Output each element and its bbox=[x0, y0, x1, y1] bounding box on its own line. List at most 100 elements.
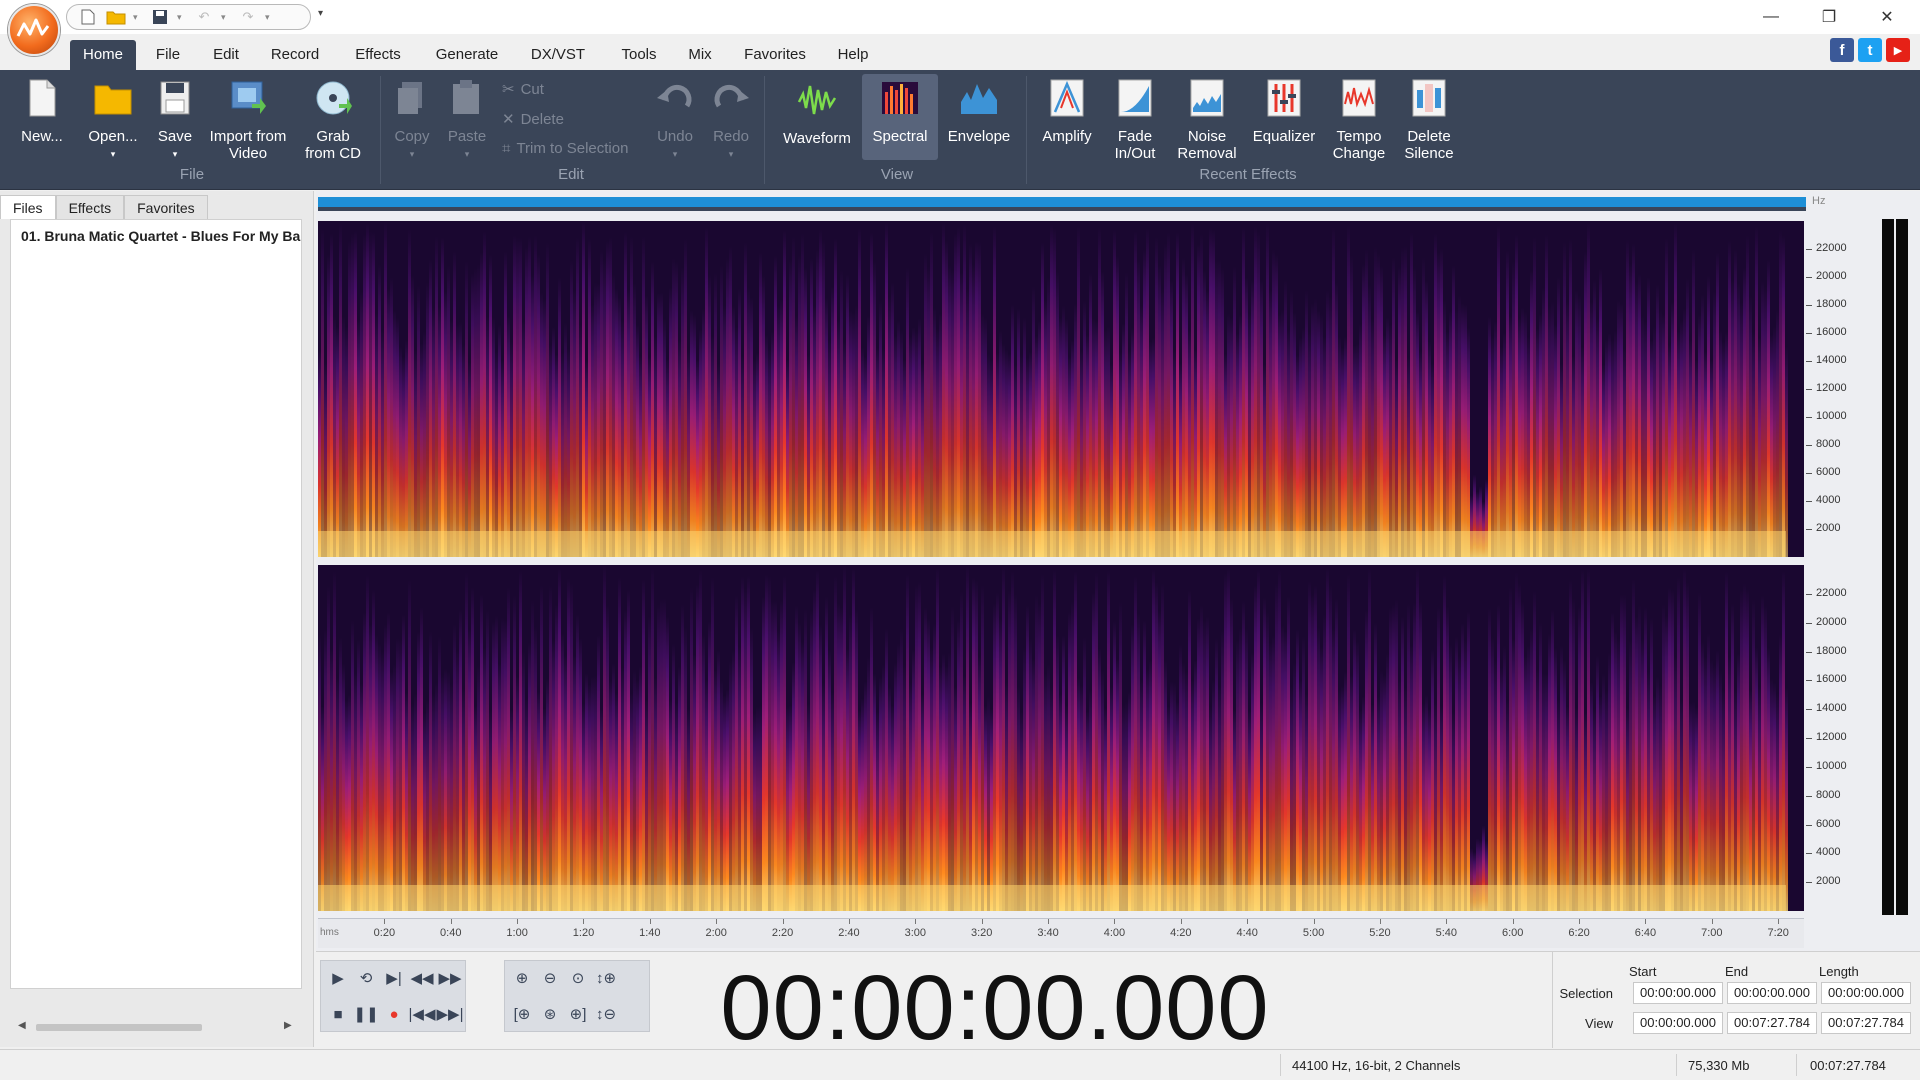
time-tick-mark bbox=[583, 919, 585, 924]
fade-in-out-button[interactable]: Fade In/Out bbox=[1104, 78, 1166, 162]
open-button[interactable]: Open... ▾ bbox=[82, 78, 144, 163]
hz-tick-mark bbox=[1806, 305, 1812, 306]
delete-button[interactable]: ✕ Delete bbox=[502, 110, 564, 129]
zoom-vertical-in-icon[interactable]: ↕⊕ bbox=[591, 963, 621, 993]
stop-button[interactable]: ■ bbox=[323, 999, 353, 1029]
new-button[interactable]: New... bbox=[14, 78, 70, 145]
loop-play-button[interactable]: ⟲ bbox=[351, 963, 381, 993]
youtube-icon[interactable]: ▶ bbox=[1886, 38, 1910, 62]
record-button[interactable]: ● bbox=[379, 999, 409, 1029]
app-menu-orb[interactable] bbox=[8, 4, 60, 56]
waveform-label: Waveform bbox=[783, 130, 851, 147]
rewind-button[interactable]: ◀◀ bbox=[407, 963, 437, 993]
facebook-icon[interactable]: f bbox=[1830, 38, 1854, 62]
equalizer-button[interactable]: Equalizer bbox=[1250, 78, 1318, 145]
redo-button[interactable]: Redo ▾ bbox=[708, 78, 754, 163]
view-length-field[interactable]: 00:07:27.784 bbox=[1821, 1012, 1911, 1034]
zoom-to-selection-icon[interactable]: [⊕ bbox=[507, 999, 537, 1029]
tempo-change-button[interactable]: Tempo Change bbox=[1326, 78, 1392, 162]
envelope-view-button[interactable]: Envelope bbox=[942, 78, 1016, 145]
spectrogram-channel-1[interactable] bbox=[318, 221, 1804, 557]
tab-dxvst[interactable]: DX/VST bbox=[522, 40, 594, 70]
scrollbar-thumb[interactable] bbox=[36, 1024, 202, 1031]
spectral-view-button[interactable]: Spectral bbox=[862, 74, 938, 160]
tab-files[interactable]: Files bbox=[0, 195, 56, 219]
restore-button[interactable]: ❐ bbox=[1806, 2, 1852, 32]
horizontal-scrollbar[interactable]: ◀ ▶ bbox=[18, 1020, 296, 1034]
redo-small-icon[interactable]: ↷ bbox=[237, 7, 259, 27]
selection-end-field[interactable]: 00:00:00.000 bbox=[1727, 982, 1817, 1004]
play-button[interactable]: ▶ bbox=[323, 963, 353, 993]
tab-panel-favorites[interactable]: Favorites bbox=[124, 195, 208, 219]
waveform-view-button[interactable]: Waveform bbox=[778, 78, 856, 162]
copy-button[interactable]: Copy ▾ bbox=[388, 78, 436, 163]
overview-bar[interactable] bbox=[318, 197, 1806, 207]
chevron-down-icon[interactable]: ▾ bbox=[133, 12, 143, 23]
zoom-selection-icon[interactable]: ⊛ bbox=[535, 999, 565, 1029]
view-end-field[interactable]: 00:07:27.784 bbox=[1727, 1012, 1817, 1034]
zoom-selection-end-icon[interactable]: ⊕] bbox=[563, 999, 593, 1029]
twitter-icon[interactable]: t bbox=[1858, 38, 1882, 62]
pause-button[interactable]: ❚❚ bbox=[351, 999, 381, 1029]
time-tick-mark bbox=[450, 919, 452, 924]
group-divider bbox=[380, 76, 381, 184]
scroll-left-icon[interactable]: ◀ bbox=[18, 1020, 26, 1031]
tab-generate[interactable]: Generate bbox=[426, 40, 508, 70]
selection-length-field[interactable]: 00:00:00.000 bbox=[1821, 982, 1911, 1004]
delete-silence-button[interactable]: Delete Silence bbox=[1398, 78, 1460, 162]
undo-small-icon[interactable]: ↶ bbox=[193, 7, 215, 27]
tab-home[interactable]: Home bbox=[70, 40, 136, 70]
noise-removal-icon bbox=[1190, 79, 1224, 117]
list-item[interactable]: 01. Bruna Matic Quartet - Blues For My B… bbox=[11, 220, 301, 252]
amplify-button[interactable]: Amplify bbox=[1036, 78, 1098, 145]
close-button[interactable]: ✕ bbox=[1864, 2, 1910, 32]
trim-to-selection-button[interactable]: ⌗ Trim to Selection bbox=[502, 140, 628, 157]
scroll-right-icon[interactable]: ▶ bbox=[284, 1020, 292, 1031]
status-divider bbox=[1280, 1054, 1281, 1076]
ribbon-tab-strip: Home File Edit Record Effects Generate D… bbox=[0, 40, 1920, 70]
hz-tick-label: 8000 bbox=[1816, 788, 1841, 801]
customize-toolbar-icon[interactable]: ▾ bbox=[318, 8, 323, 19]
selection-start-field[interactable]: 00:00:00.000 bbox=[1633, 982, 1723, 1004]
tab-record[interactable]: Record bbox=[264, 40, 326, 70]
paste-button[interactable]: Paste ▾ bbox=[442, 78, 492, 163]
open-folder-small-icon[interactable] bbox=[105, 7, 127, 27]
zoom-out-icon[interactable]: ⊖ bbox=[535, 963, 565, 993]
time-tick-mark bbox=[1512, 919, 1514, 924]
tab-file[interactable]: File bbox=[148, 40, 188, 70]
chevron-down-icon[interactable]: ▾ bbox=[177, 12, 187, 23]
chevron-down-icon[interactable]: ▾ bbox=[221, 12, 231, 23]
import-from-video-button[interactable]: Import from Video bbox=[206, 78, 290, 162]
spectrogram-channel-2[interactable] bbox=[318, 565, 1804, 911]
tab-mix[interactable]: Mix bbox=[680, 40, 720, 70]
tab-panel-effects[interactable]: Effects bbox=[55, 195, 125, 219]
equalizer-icon bbox=[1267, 79, 1301, 117]
play-to-end-button[interactable]: ▶| bbox=[379, 963, 409, 993]
chevron-down-icon: ▾ bbox=[728, 149, 734, 159]
amplify-label: Amplify bbox=[1042, 128, 1092, 145]
save-button[interactable]: Save ▾ bbox=[150, 78, 200, 163]
go-to-start-button[interactable]: |◀◀ bbox=[407, 999, 437, 1029]
zoom-vertical-out-icon[interactable]: ↕⊖ bbox=[591, 999, 621, 1029]
minimize-button[interactable]: — bbox=[1748, 2, 1794, 32]
go-to-end-button[interactable]: ▶▶| bbox=[435, 999, 465, 1029]
tab-effects[interactable]: Effects bbox=[344, 40, 412, 70]
save-small-icon[interactable] bbox=[149, 7, 171, 27]
time-ruler[interactable]: hms 0:20 0:40 1:00 1:20 1:40 2:00 2:20 2:40 3:00… bbox=[318, 918, 1804, 948]
grab-from-cd-button[interactable]: Grab from CD bbox=[296, 78, 370, 162]
noise-removal-button[interactable]: Noise Removal bbox=[1172, 78, 1242, 162]
view-start-field[interactable]: 00:00:00.000 bbox=[1633, 1012, 1723, 1034]
hz-tick-mark bbox=[1806, 795, 1812, 797]
new-small-icon[interactable] bbox=[77, 7, 99, 27]
tab-tools[interactable]: Tools bbox=[612, 40, 666, 70]
undo-button[interactable]: Undo ▾ bbox=[652, 78, 698, 163]
cut-button[interactable]: ✂ Cut bbox=[502, 80, 544, 99]
tab-help[interactable]: Help bbox=[828, 40, 878, 70]
tab-edit[interactable]: Edit bbox=[206, 40, 246, 70]
tab-favorites[interactable]: Favorites bbox=[734, 40, 816, 70]
zoom-in-icon[interactable]: ⊕ bbox=[507, 963, 537, 993]
zoom-full-icon[interactable]: ⊙ bbox=[563, 963, 593, 993]
chevron-down-icon[interactable]: ▾ bbox=[265, 12, 275, 23]
fast-forward-button[interactable]: ▶▶ bbox=[435, 963, 465, 993]
app-logo-icon bbox=[16, 18, 50, 37]
